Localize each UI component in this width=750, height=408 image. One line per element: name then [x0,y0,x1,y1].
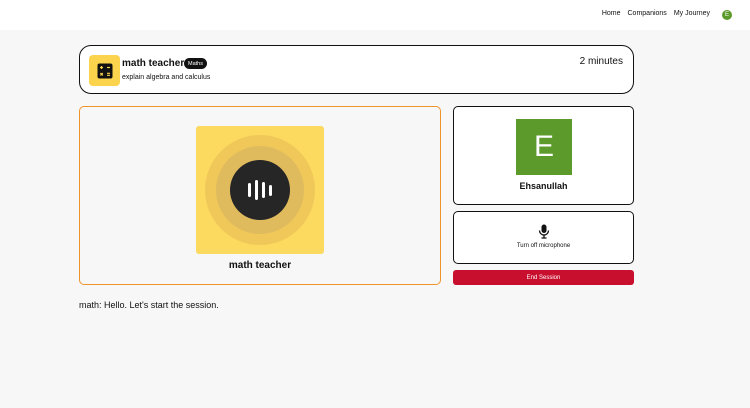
nav-links: Home Companions My Journey [602,10,710,17]
nav-link-home[interactable]: Home [602,10,621,17]
user-avatar: E [516,119,572,175]
microphone-toggle-label: Turn off microphone [516,243,571,249]
companion-name: math teacher [122,58,185,69]
companion-visual [196,126,324,254]
nav-link-my-journey[interactable]: My Journey [674,10,710,17]
companion-topic: explain algebra and calculus [122,74,211,81]
transcript-message: math: Hello. Let's start the session. [79,300,219,310]
companion-panel: math teacher [79,106,441,285]
user-name: Ehsanullah [519,181,568,191]
user-card: E Ehsanullah [453,106,634,205]
microphone-icon [538,224,550,244]
voice-ring-inner [216,146,304,234]
navbar: Home Companions My Journey E [0,0,750,30]
voice-ring-outer [205,135,315,245]
session-duration: 2 minutes [579,56,623,67]
session-header-card: math teacher Maths explain algebra and c… [79,45,634,94]
calculator-icon [89,55,120,86]
subject-badge: Maths [184,58,207,69]
microphone-toggle-button[interactable]: Turn off microphone [453,211,634,264]
companion-panel-label: math teacher [228,260,292,271]
nav-link-companions[interactable]: Companions [628,10,667,17]
end-session-button[interactable]: End Session [453,270,634,285]
voice-wave-icon [230,160,290,220]
user-avatar-button[interactable]: E [722,10,732,20]
